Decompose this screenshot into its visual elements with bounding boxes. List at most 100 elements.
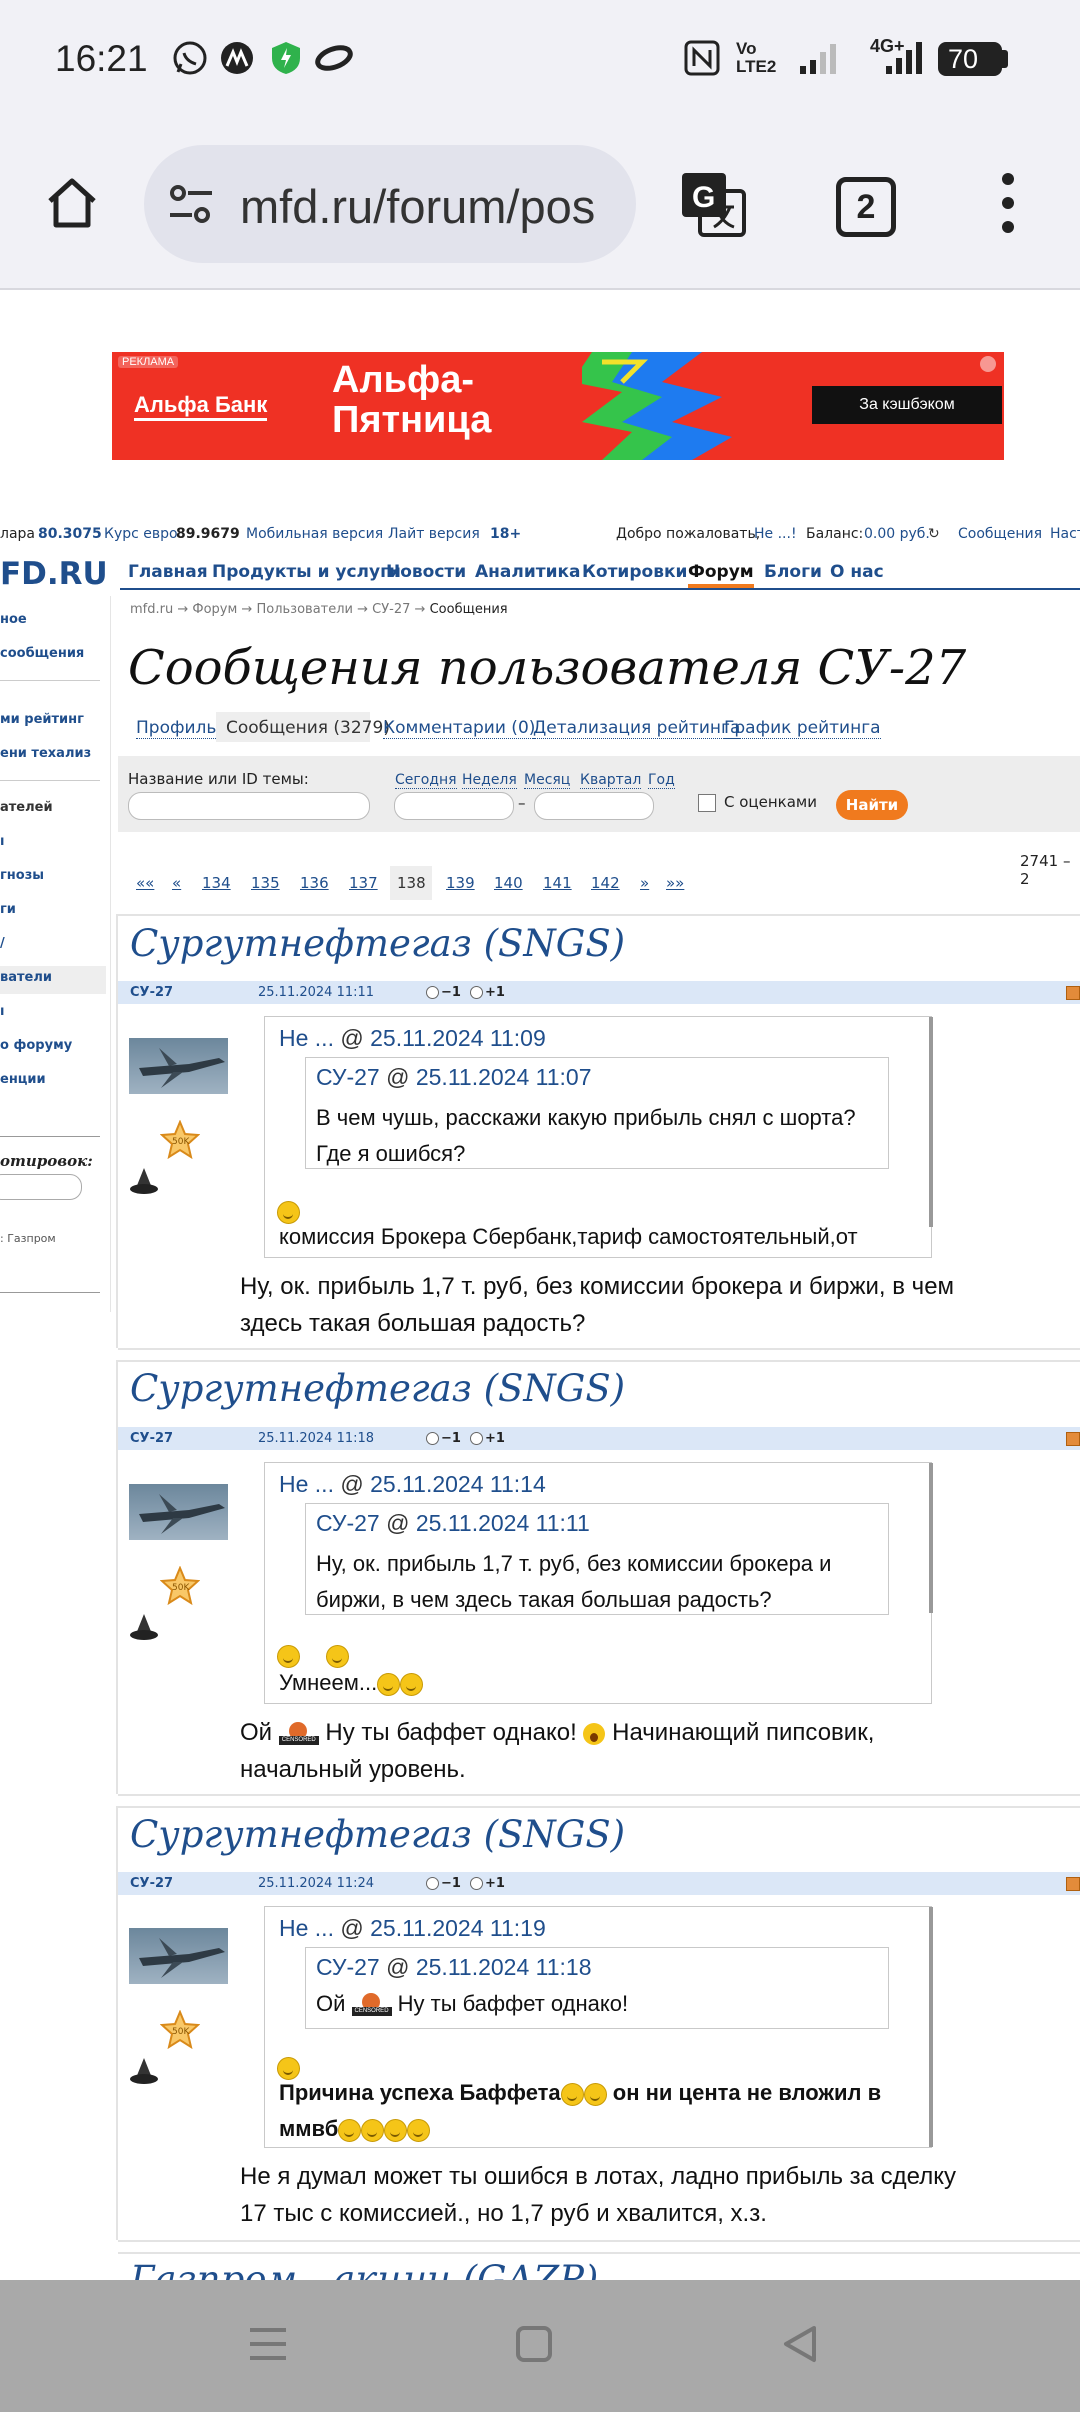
- page-139[interactable]: 139: [446, 874, 475, 892]
- page-137[interactable]: 137: [349, 874, 378, 892]
- post-action-icon[interactable]: [1066, 1877, 1080, 1891]
- tabs-button[interactable]: 2: [836, 177, 896, 237]
- post-action-icon[interactable]: [1066, 986, 1080, 1000]
- quote-date[interactable]: 25.11.2024 11:19: [370, 1915, 546, 1941]
- post-topic-link[interactable]: Сургутнефтегаз (SNGS): [130, 1813, 625, 1856]
- sidebar-item-2[interactable]: ми рейтинг: [0, 712, 84, 727]
- post-action-icon[interactable]: [1066, 1432, 1080, 1446]
- page-140[interactable]: 140: [494, 874, 523, 892]
- tab-messages[interactable]: Сообщения (3279): [226, 718, 390, 738]
- nav-quotes[interactable]: Котировки: [582, 562, 687, 582]
- home-icon[interactable]: [42, 173, 102, 233]
- tab-rating-details[interactable]: Детализация рейтинга: [533, 718, 741, 739]
- filter-today[interactable]: Сегодня: [395, 772, 457, 789]
- quote-author[interactable]: Не ...: [279, 1025, 334, 1051]
- vote-plus-radio[interactable]: [470, 986, 483, 999]
- filter-month[interactable]: Месяц: [524, 772, 571, 789]
- balance-value[interactable]: 0.00 руб.: [864, 526, 930, 542]
- sidebar-item-10[interactable]: ı: [0, 1004, 4, 1019]
- messages-link[interactable]: Сообщения: [958, 526, 1042, 542]
- page-136[interactable]: 136: [300, 874, 329, 892]
- filter-week[interactable]: Неделя: [462, 772, 517, 789]
- date-to-input[interactable]: [534, 792, 654, 820]
- post-topic-link[interactable]: Сургутнефтегаз (SNGS): [130, 1367, 625, 1410]
- topic-filter-input[interactable]: [128, 792, 370, 820]
- nav-forum[interactable]: Форум: [688, 562, 754, 588]
- page-134[interactable]: 134: [202, 874, 231, 892]
- menu-dots-icon[interactable]: [996, 171, 1020, 235]
- quote-scrollbar[interactable]: [929, 1463, 933, 1613]
- nav-main[interactable]: Главная: [128, 562, 208, 582]
- sidebar-item-8[interactable]: /: [0, 936, 5, 951]
- breadcrumb-home[interactable]: mfd.ru: [130, 602, 173, 617]
- post-author[interactable]: СУ-27: [130, 1431, 173, 1446]
- nested-quote-date[interactable]: 25.11.2024 11:07: [416, 1064, 592, 1090]
- post-date[interactable]: 25.11.2024 11:24: [258, 1876, 374, 1891]
- breadcrumb-user[interactable]: СУ-27: [372, 602, 410, 617]
- breadcrumb-users[interactable]: Пользователи: [256, 602, 353, 617]
- vote-plus-radio[interactable]: [470, 1432, 483, 1445]
- sidebar-item-5[interactable]: ı: [0, 834, 4, 849]
- avatar[interactable]: [129, 1038, 228, 1094]
- nested-quote-date[interactable]: 25.11.2024 11:11: [416, 1510, 590, 1536]
- date-from-input[interactable]: [394, 792, 514, 820]
- translate-icon[interactable]: G: [678, 169, 748, 239]
- filter-quarter[interactable]: Квартал: [580, 772, 642, 789]
- tab-comments[interactable]: Комментарии (0): [383, 718, 536, 739]
- page-last[interactable]: »»: [666, 874, 684, 892]
- settings-link[interactable]: Наст: [1050, 526, 1080, 542]
- nested-quote-date[interactable]: 25.11.2024 11:18: [416, 1954, 592, 1980]
- sidebar-item-11[interactable]: о форуму: [0, 1038, 72, 1053]
- sidebar-item-0[interactable]: ное: [0, 612, 27, 627]
- page-next[interactable]: »: [640, 874, 649, 892]
- vote-plus-radio[interactable]: [470, 1877, 483, 1890]
- ad-info-icon[interactable]: [980, 356, 996, 372]
- tab-rating-chart[interactable]: График рейтинга: [724, 718, 881, 739]
- avatar[interactable]: [129, 1484, 228, 1540]
- post-date[interactable]: 25.11.2024 11:18: [258, 1431, 374, 1446]
- quote-search-input[interactable]: [0, 1174, 82, 1200]
- nested-quote-author[interactable]: СУ-27: [316, 1954, 380, 1980]
- sidebar-item-3[interactable]: ени техализ: [0, 746, 91, 761]
- page-142[interactable]: 142: [591, 874, 620, 892]
- mobile-version-link[interactable]: Мобильная версия: [246, 526, 383, 542]
- vote-minus-radio[interactable]: [426, 1432, 439, 1445]
- recents-icon[interactable]: [244, 2320, 292, 2368]
- vote-minus-radio[interactable]: [426, 1877, 439, 1890]
- post-author[interactable]: СУ-27: [130, 1876, 173, 1891]
- lite-version-link[interactable]: Лайт версия: [388, 526, 480, 542]
- page-first[interactable]: ««: [136, 874, 154, 892]
- ad-cta-button[interactable]: За кэшбэком: [812, 386, 1002, 424]
- find-button[interactable]: Найти: [836, 790, 908, 820]
- url-text[interactable]: mfd.ru/forum/pos: [240, 179, 595, 234]
- home-nav-icon[interactable]: [510, 2320, 558, 2368]
- breadcrumb-forum[interactable]: Форум: [192, 602, 237, 617]
- back-nav-icon[interactable]: [776, 2320, 824, 2368]
- post-author[interactable]: СУ-27: [130, 985, 173, 1000]
- tune-icon[interactable]: [166, 183, 216, 227]
- site-logo[interactable]: FD.RU: [0, 556, 108, 592]
- with-ratings-checkbox[interactable]: [698, 794, 716, 812]
- quote-scrollbar[interactable]: [929, 1017, 933, 1227]
- quote-author[interactable]: Не ...: [279, 1915, 334, 1941]
- sidebar-item-12[interactable]: енции: [0, 1072, 46, 1087]
- ad-banner[interactable]: РЕКЛАМА Альфа Банк Альфа-Пятница За кэшб…: [112, 352, 1004, 460]
- nested-quote-author[interactable]: СУ-27: [316, 1064, 380, 1090]
- filter-year[interactable]: Год: [648, 772, 675, 789]
- nav-about[interactable]: О нас: [830, 562, 884, 582]
- nested-quote-author[interactable]: СУ-27: [316, 1510, 380, 1536]
- sidebar-item-7[interactable]: ги: [0, 902, 16, 917]
- tab-profile[interactable]: Профиль: [136, 718, 217, 739]
- vote-minus-radio[interactable]: [426, 986, 439, 999]
- page-prev[interactable]: «: [172, 874, 181, 892]
- sidebar-item-1[interactable]: сообщения: [0, 646, 84, 661]
- quote-date[interactable]: 25.11.2024 11:09: [370, 1025, 546, 1051]
- nav-products[interactable]: Продукты и услуги: [212, 562, 401, 582]
- page-135[interactable]: 135: [251, 874, 280, 892]
- avatar[interactable]: [129, 1928, 228, 1984]
- refresh-icon[interactable]: ↻: [928, 526, 940, 542]
- quote-date[interactable]: 25.11.2024 11:14: [370, 1471, 546, 1497]
- sidebar-item-6[interactable]: гнозы: [0, 868, 44, 883]
- sidebar-item-users[interactable]: ватели: [0, 970, 52, 985]
- nav-blogs[interactable]: Блоги: [764, 562, 822, 582]
